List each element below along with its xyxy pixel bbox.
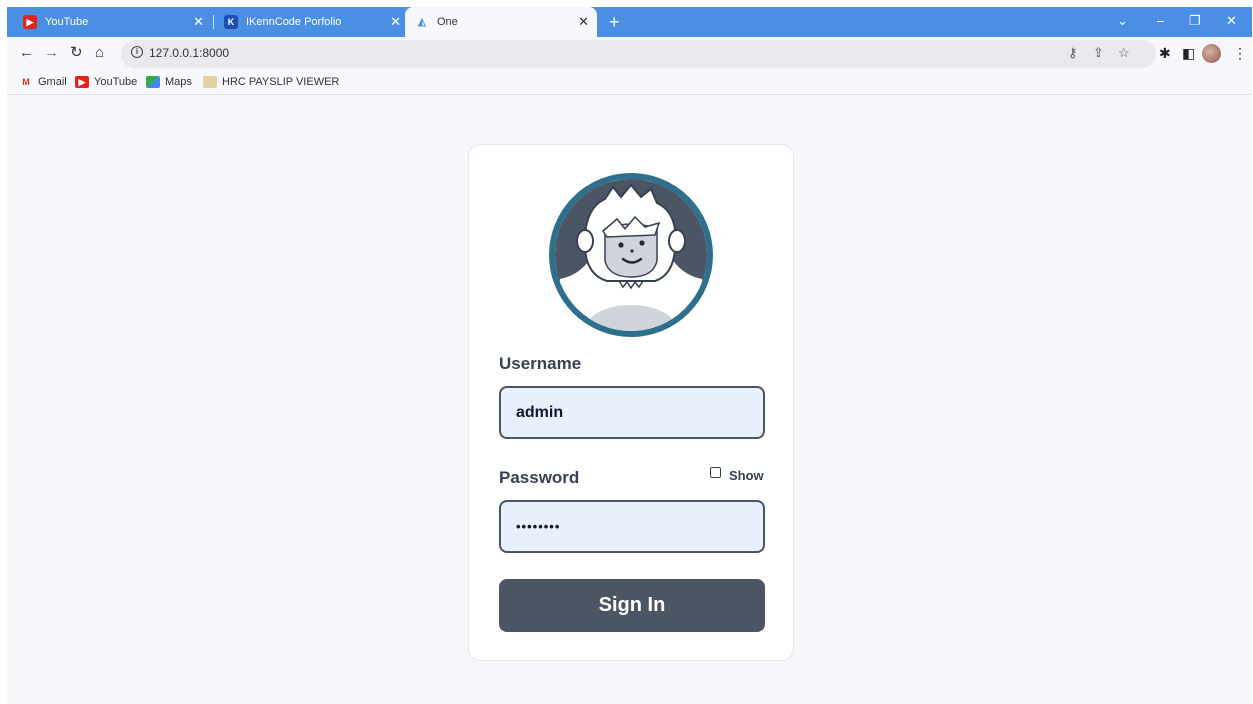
bookmark-youtube[interactable]: ▶ YouTube <box>75 76 137 88</box>
new-tab-button[interactable]: + <box>609 12 620 32</box>
profile-avatar[interactable] <box>1202 44 1221 63</box>
username-label: Username <box>499 354 582 373</box>
minimize-button[interactable]: – <box>1157 13 1164 28</box>
yeti-illustration <box>555 179 707 331</box>
close-window-button[interactable]: ✕ <box>1226 13 1237 29</box>
bookmark-label: HRC PAYSLIP VIEWER <box>222 76 340 88</box>
youtube-icon: ▶ <box>23 15 37 29</box>
bookmark-label: Maps <box>165 76 192 88</box>
reload-icon[interactable]: ↻ <box>70 44 83 62</box>
toolbar: ← → ↻ ⌂ i 127.0.0.1:8000 ⚷ ⇪ ☆ ✱ ◧ ⋮ <box>7 37 1252 71</box>
username-input[interactable]: admin <box>499 386 765 439</box>
tab-ikenncode[interactable]: K IKennCode Porfolio ✕ <box>214 7 409 37</box>
youtube-icon: ▶ <box>75 76 89 88</box>
tab-one[interactable]: ◭ One ✕ <box>405 7 597 37</box>
restore-button[interactable]: ❐ <box>1189 13 1201 29</box>
folder-icon <box>203 76 217 88</box>
yeti-avatar <box>549 173 713 337</box>
password-label: Password <box>499 468 580 487</box>
bookmark-label: YouTube <box>94 76 138 88</box>
tab-label: One <box>437 16 458 28</box>
close-tab-icon[interactable]: ✕ <box>193 15 204 29</box>
gmail-icon: M <box>22 77 30 87</box>
key-icon[interactable]: ⚷ <box>1068 45 1078 61</box>
bookmark-maps[interactable]: Maps <box>146 76 192 88</box>
k-logo-icon: K <box>224 15 238 29</box>
tab-label: IKennCode Porfolio <box>246 16 342 28</box>
extensions-icon[interactable]: ✱ <box>1159 45 1171 62</box>
login-card: Username admin Password Show •••••••• Si… <box>468 144 794 661</box>
side-panel-icon[interactable]: ◧ <box>1182 45 1195 62</box>
tab-strip: ▶ YouTube ✕ K IKennCode Porfolio ✕ ◭ One… <box>7 7 1252 37</box>
tab-youtube[interactable]: ▶ YouTube ✕ <box>7 7 212 37</box>
address-bar[interactable]: i 127.0.0.1:8000 ⚷ ⇪ ☆ <box>121 40 1156 68</box>
home-icon[interactable]: ⌂ <box>95 44 104 62</box>
show-password-toggle[interactable]: Show <box>710 467 764 483</box>
close-tab-icon[interactable]: ✕ <box>390 15 401 29</box>
sign-in-button[interactable]: Sign In <box>499 579 765 632</box>
back-icon[interactable]: ← <box>19 44 34 62</box>
bookmarks-bar: M Gmail ▶ YouTube Maps HRC PAYSLIP VIEWE… <box>7 71 1252 95</box>
page-icon: ◭ <box>418 16 426 28</box>
site-info-icon[interactable]: i <box>131 46 143 58</box>
show-password-checkbox[interactable] <box>710 467 721 478</box>
bookmark-hrc[interactable]: HRC PAYSLIP VIEWER <box>203 76 339 88</box>
bookmark-gmail[interactable]: M Gmail <box>19 76 67 88</box>
url-text: 127.0.0.1:8000 <box>149 46 230 60</box>
show-label: Show <box>729 468 764 483</box>
bookmark-label: Gmail <box>38 76 67 88</box>
bookmark-star-icon[interactable]: ☆ <box>1118 45 1130 61</box>
password-input[interactable]: •••••••• <box>499 500 765 553</box>
tab-label: YouTube <box>45 16 89 28</box>
share-icon[interactable]: ⇪ <box>1093 45 1104 61</box>
forward-icon[interactable]: → <box>44 44 59 62</box>
tab-search-icon[interactable]: ⌄ <box>1117 13 1128 29</box>
menu-icon[interactable]: ⋮ <box>1233 45 1247 62</box>
browser-window: ▶ YouTube ✕ K IKennCode Porfolio ✕ ◭ One… <box>7 7 1252 704</box>
close-tab-icon[interactable]: ✕ <box>578 15 589 29</box>
maps-icon <box>146 76 160 88</box>
